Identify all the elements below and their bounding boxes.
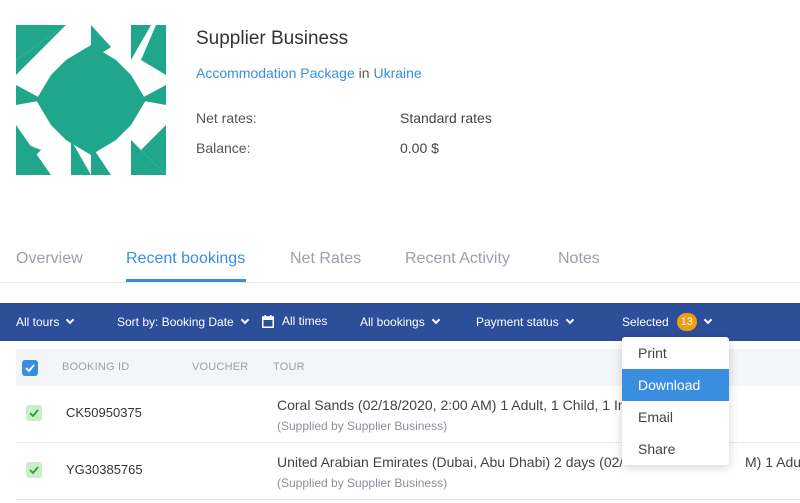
column-header-booking-id[interactable]: BOOKING ID — [62, 361, 129, 373]
tab-net-rates[interactable]: Net Rates — [290, 250, 361, 268]
supplied-by: (Supplied by Supplier Business) — [277, 476, 448, 490]
chevron-down-icon — [66, 315, 75, 325]
column-header-voucher[interactable]: VOUCHER — [192, 361, 248, 373]
tab-notes[interactable]: Notes — [558, 250, 600, 268]
all-bookings-filter[interactable]: All bookings — [360, 315, 440, 329]
selected-count-badge: 13 — [676, 313, 697, 331]
all-tours-filter[interactable]: All tours — [16, 315, 75, 329]
net-rates-value: Standard rates — [400, 110, 492, 126]
net-rates-label: Net rates: — [196, 110, 257, 126]
column-header-tour[interactable]: TOUR — [273, 361, 305, 373]
check-icon — [29, 466, 39, 474]
supplier-logo — [16, 25, 166, 175]
tour-name[interactable]: Coral Sands (02/18/2020, 2:00 AM) 1 Adul… — [277, 397, 626, 413]
supplier-name: Supplier Business — [196, 28, 349, 49]
all-times-filter[interactable]: All times — [262, 314, 327, 328]
select-all-checkbox[interactable] — [22, 360, 38, 376]
chevron-down-icon — [240, 315, 249, 325]
row-checkbox[interactable] — [26, 405, 42, 421]
tab-recent-activity[interactable]: Recent Activity — [405, 250, 510, 268]
booking-id[interactable]: CK50950375 — [66, 405, 142, 420]
chevron-down-icon — [431, 315, 440, 325]
balance-label: Balance: — [196, 140, 251, 156]
payment-status-label: Payment status — [476, 315, 559, 329]
payment-status-filter[interactable]: Payment status — [476, 315, 574, 329]
supplier-subtitle: Accommodation Package in Ukraine — [196, 65, 422, 81]
bookings-toolbar: All tours Sort by: Booking Date All time… — [0, 303, 800, 341]
balance-value: 0.00 $ — [400, 140, 439, 156]
menu-item-print[interactable]: Print — [622, 337, 729, 369]
in-text: in — [358, 65, 370, 81]
tour-name-tail: M) 1 Adult — [745, 454, 800, 470]
calendar-icon — [262, 314, 274, 328]
all-tours-label: All tours — [16, 315, 60, 329]
tab-overview[interactable]: Overview — [16, 250, 83, 268]
all-bookings-label: All bookings — [360, 315, 425, 329]
booking-id[interactable]: YG30385765 — [66, 462, 143, 477]
check-icon — [25, 364, 35, 372]
supplied-by: (Supplied by Supplier Business) — [277, 419, 448, 433]
chevron-down-icon — [703, 315, 712, 325]
location-link[interactable]: Ukraine — [373, 65, 421, 81]
menu-item-download[interactable]: Download — [622, 369, 729, 401]
menu-item-email[interactable]: Email — [622, 401, 729, 433]
tab-recent-bookings[interactable]: Recent bookings — [126, 250, 245, 268]
selected-actions-button[interactable]: Selected 13 — [622, 313, 712, 331]
tour-name[interactable]: United Arabian Emirates (Dubai, Abu Dhab… — [277, 454, 623, 470]
active-tab-indicator — [126, 279, 246, 282]
selected-actions-menu: Print Download Email Share — [622, 337, 729, 465]
all-times-label: All times — [282, 314, 328, 328]
row-checkbox[interactable] — [26, 462, 42, 478]
check-icon — [29, 409, 39, 417]
sort-by-label: Sort by: Booking Date — [117, 315, 234, 329]
chevron-down-icon — [565, 315, 574, 325]
sort-by-dropdown[interactable]: Sort by: Booking Date — [117, 315, 249, 329]
selected-label: Selected — [622, 315, 669, 329]
category-link[interactable]: Accommodation Package — [196, 65, 355, 81]
menu-item-share[interactable]: Share — [622, 433, 729, 465]
tab-bar: Overview Recent bookings Net Rates Recen… — [0, 244, 800, 283]
